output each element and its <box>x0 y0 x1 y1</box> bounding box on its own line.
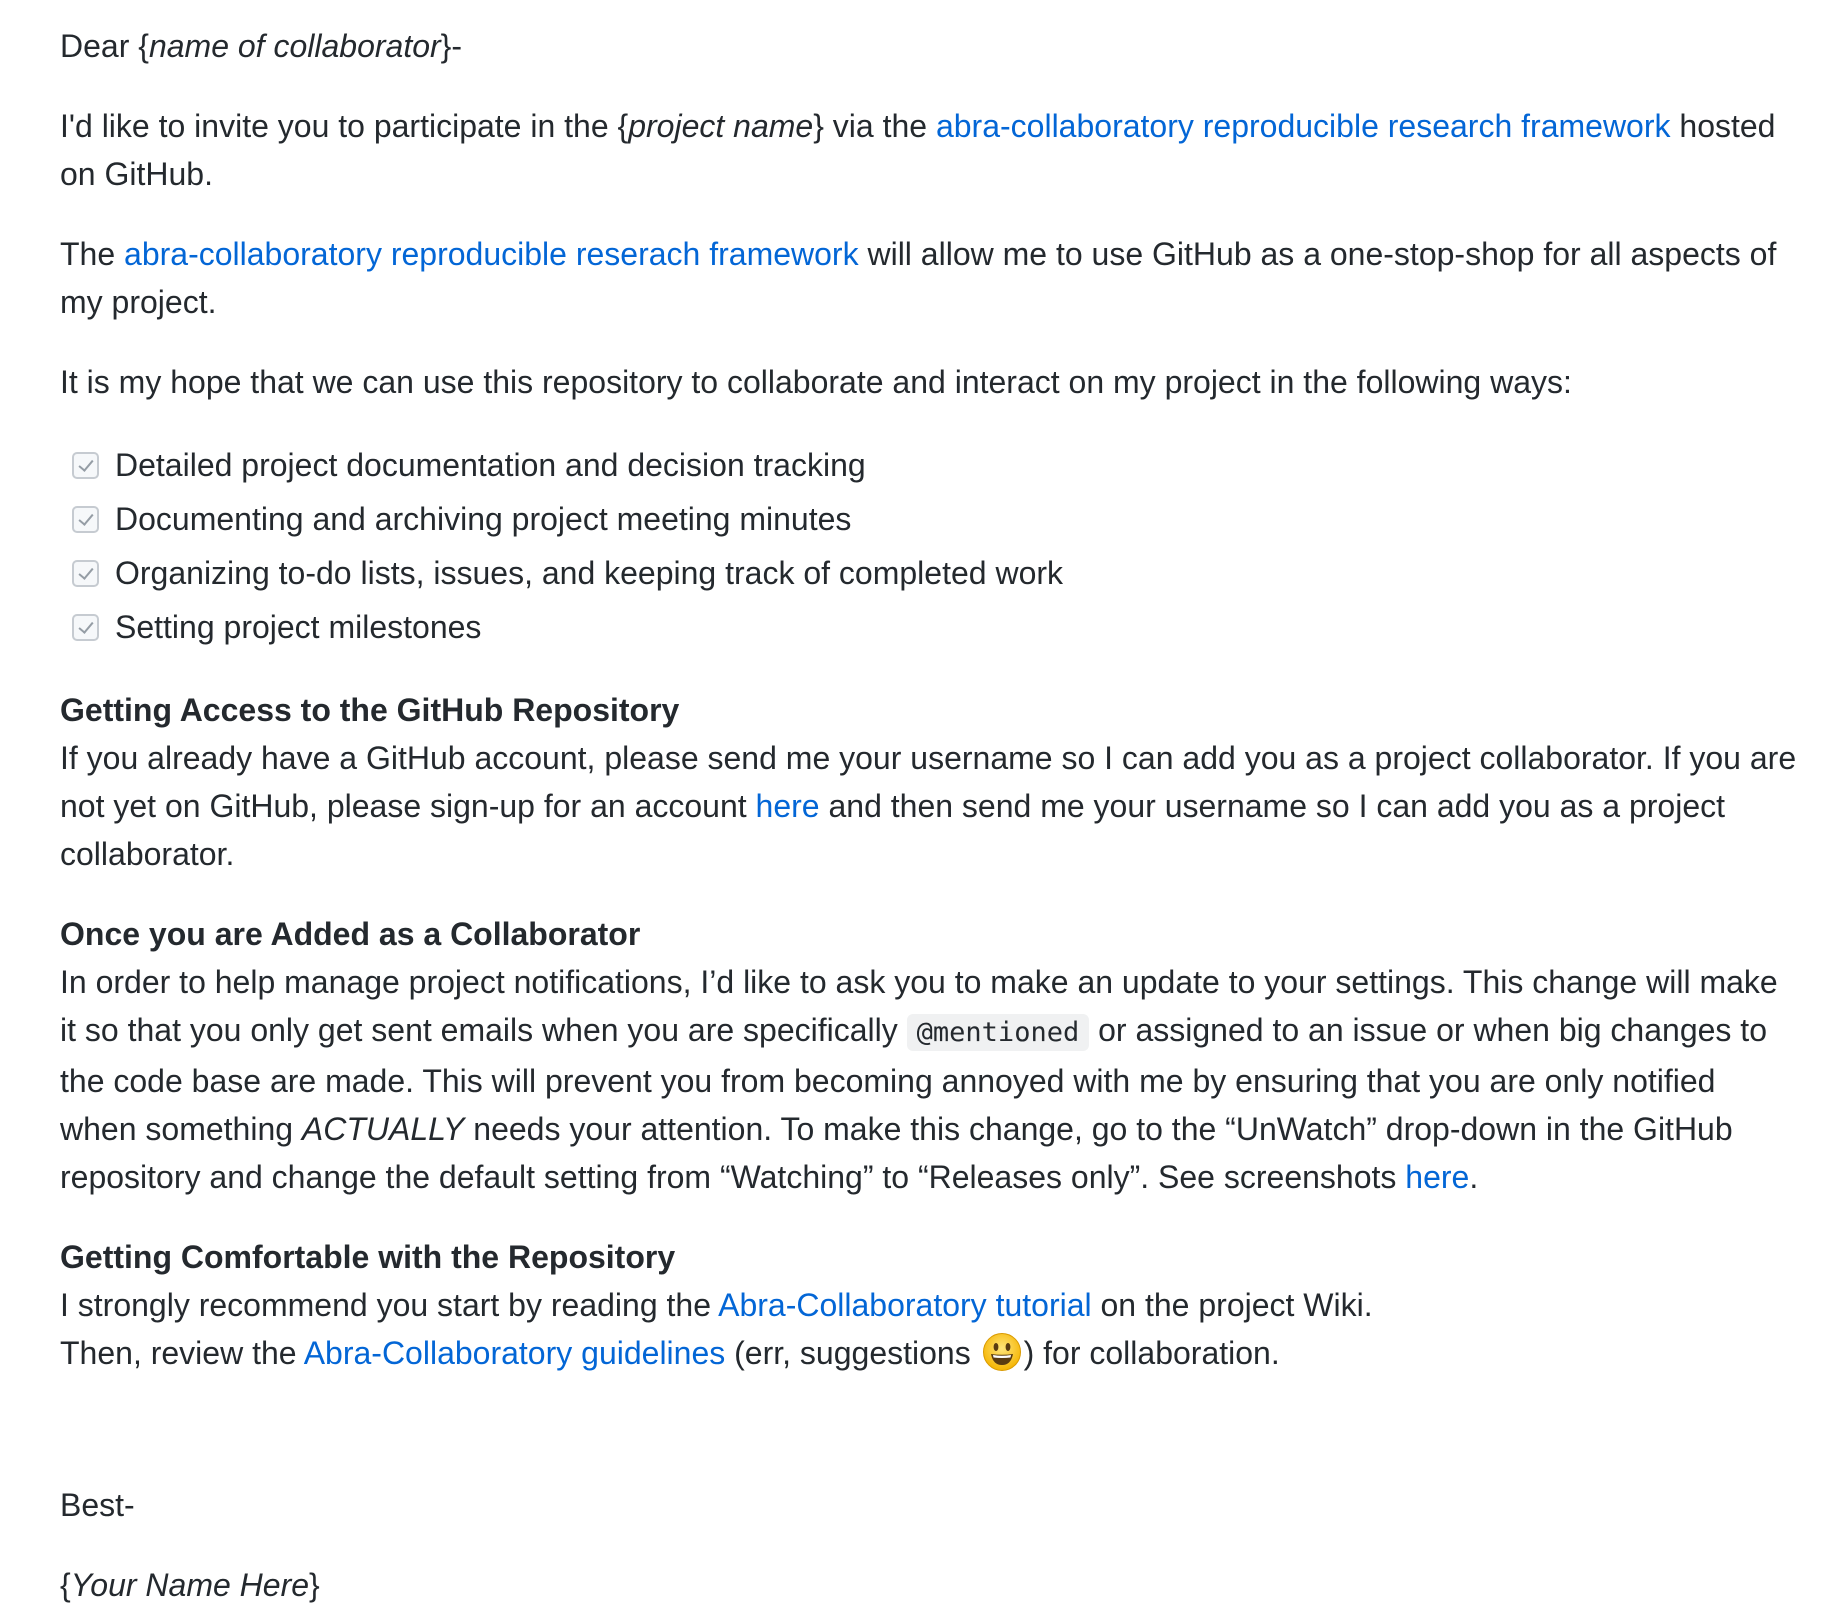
checked-checkbox-icon[interactable] <box>72 451 99 479</box>
project-name-placeholder: project name <box>628 108 814 144</box>
added-heading: Once you are Added as a Collaborator <box>60 916 641 952</box>
task-label: Organizing to-do lists, issues, and keep… <box>115 555 1064 591</box>
your-name-placeholder: Your Name Here <box>70 1567 310 1603</box>
checked-checkbox-icon[interactable] <box>72 613 99 641</box>
comfortable-text: Then, review the <box>60 1335 304 1371</box>
task-list-item: Documenting and archiving project meetin… <box>60 492 1798 546</box>
task-list: Detailed project documentation and decis… <box>60 438 1798 654</box>
framework-link[interactable]: abra-collaboratory reproducible research… <box>936 108 1671 144</box>
comfortable-text: on the project Wiki. <box>1091 1287 1373 1323</box>
task-list-item: Setting project milestones <box>60 600 1798 654</box>
guidelines-link[interactable]: Abra-Collaboratory guidelines <box>304 1335 726 1371</box>
task-label: Detailed project documentation and decis… <box>115 447 866 483</box>
intro-paragraph: I'd like to invite you to participate in… <box>60 102 1798 198</box>
screenshots-here-link[interactable]: here <box>1405 1159 1469 1195</box>
framework-link[interactable]: abra-collaboratory reproducible reserach… <box>124 236 859 272</box>
task-list-item: Organizing to-do lists, issues, and keep… <box>60 546 1798 600</box>
comfortable-text: ) for collaboration. <box>1023 1335 1280 1371</box>
comfortable-text: I strongly recommend you start by readin… <box>60 1287 719 1323</box>
actually-emphasis: ACTUALLY <box>301 1111 465 1147</box>
signature-suffix: } <box>309 1567 320 1603</box>
signup-here-link[interactable]: here <box>756 788 820 824</box>
closing-line: Best- <box>60 1487 135 1523</box>
signature-prefix: { <box>60 1567 71 1603</box>
smiley-emoji-icon <box>982 1333 1021 1371</box>
mentioned-code: @mentioned <box>906 1014 1090 1051</box>
hope-paragraph: It is my hope that we can use this repos… <box>60 364 1572 400</box>
checked-checkbox-icon[interactable] <box>72 559 99 587</box>
greeting-line: Dear {name of collaborator}- <box>60 22 1798 70</box>
task-label: Documenting and archiving project meetin… <box>115 501 852 537</box>
tutorial-line: I strongly recommend you start by readin… <box>60 1281 1798 1329</box>
access-heading: Getting Access to the GitHub Repository <box>60 692 680 728</box>
greeting-prefix: Dear { <box>60 28 149 64</box>
added-paragraph: In order to help manage project notifica… <box>60 958 1798 1201</box>
checked-checkbox-icon[interactable] <box>72 505 99 533</box>
framework-paragraph: The abra-collaboratory reproducible rese… <box>60 230 1798 326</box>
collaborator-name-placeholder: name of collaborator <box>148 28 441 64</box>
task-list-item: Detailed project documentation and decis… <box>60 438 1798 492</box>
intro-text: I'd like to invite you to participate in… <box>60 108 629 144</box>
intro-text: } via the <box>813 108 936 144</box>
comfortable-text: (err, suggestions <box>725 1335 980 1371</box>
added-text: . <box>1469 1159 1479 1195</box>
framework-text: The <box>60 236 125 272</box>
guidelines-line: Then, review the Abra-Collaboratory guid… <box>60 1329 1798 1377</box>
comfortable-paragraph: I strongly recommend you start by readin… <box>60 1281 1798 1377</box>
greeting-suffix: }- <box>440 28 462 64</box>
access-paragraph: If you already have a GitHub account, pl… <box>60 734 1798 878</box>
task-label: Setting project milestones <box>115 609 482 645</box>
tutorial-link[interactable]: Abra-Collaboratory tutorial <box>718 1287 1092 1323</box>
comfortable-heading: Getting Comfortable with the Repository <box>60 1239 676 1275</box>
invitation-document: Dear {name of collaborator}- I'd like to… <box>0 0 1838 1603</box>
signature-line: {Your Name Here} <box>60 1561 1798 1609</box>
